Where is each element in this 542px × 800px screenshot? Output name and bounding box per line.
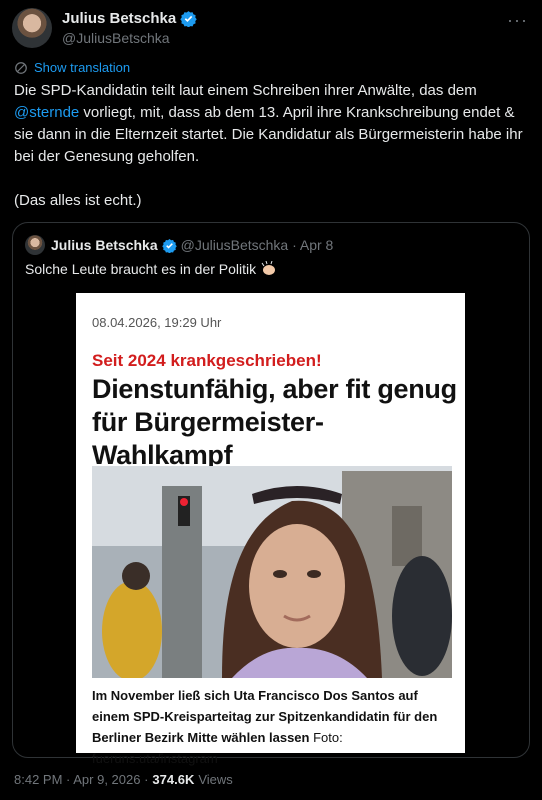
quoted-tweet[interactable]: Julius Betschka @JuliusBetschka · Apr 8 … (12, 222, 530, 766)
tweet-text-after: vorliegt, mit, dass ab dem 13. April ihr… (14, 104, 523, 165)
quoted-author-avatar[interactable] (25, 235, 45, 255)
tweet-header: Julius Betschka @JuliusBetschka ··· (12, 8, 530, 48)
article-caption: Im November ließ sich Uta Francisco Dos … (92, 685, 457, 769)
quoted-tweet-text: Solche Leute braucht es in der Politik (25, 261, 278, 277)
tweet-paragraph-2: (Das alles ist echt.) (14, 192, 142, 209)
tweet-paragraph-1: Die SPD-Kandidatin teilt laut einem Schr… (14, 80, 526, 168)
show-translation-label[interactable]: Show translation (34, 60, 130, 75)
show-translation-link[interactable]: Show translation (14, 60, 130, 75)
verified-badge-icon (180, 11, 197, 27)
quoted-tweet-header: Julius Betschka @JuliusBetschka · Apr 8 (51, 235, 333, 255)
mention-link[interactable]: @sternde (14, 104, 79, 121)
article-photo (92, 466, 452, 678)
tweet-body: Die SPD-Kandidatin teilt laut einem Schr… (14, 80, 526, 212)
clapping-hands-emoji-icon (261, 261, 276, 275)
quoted-verified-badge-icon (161, 238, 177, 253)
article-screenshot-image[interactable]: 08.04.2026, 19:29 Uhr Seit 2024 krankges… (76, 293, 465, 766)
article-date: 08.04.2026, 19:29 Uhr (92, 315, 222, 330)
author-name-row: Julius Betschka (62, 10, 197, 27)
article-caption-text: Im November ließ sich Uta Francisco Dos … (92, 688, 438, 745)
author-handle[interactable]: @JuliusBetschka (62, 30, 170, 46)
quoted-author-name[interactable]: Julius Betschka (51, 237, 158, 253)
views-count[interactable]: 374.6K (152, 772, 194, 787)
translate-icon (15, 61, 27, 74)
tweet-timestamp[interactable]: 8:42 PM · Apr 9, 2026 · (14, 772, 148, 787)
article-kicker: Seit 2024 krankgeschrieben! (92, 351, 322, 370)
tweet-text-before: Die SPD-Kandidatin teilt laut einem Schr… (14, 82, 477, 99)
author-avatar[interactable] (12, 8, 52, 48)
author-name[interactable]: Julius Betschka (62, 10, 176, 27)
views-label: Views (198, 772, 233, 787)
article-headline: Dienstunfähig, aber fit genug für Bürger… (92, 374, 457, 470)
more-options-icon[interactable]: ··· (507, 10, 528, 31)
tweet-footer: 8:42 PM · Apr 9, 2026 · 374.6K Views (14, 772, 233, 787)
article-photo-illustration (92, 466, 452, 678)
quoted-text-content: Solche Leute braucht es in der Politik (25, 261, 257, 277)
quoted-handle-date: @JuliusBetschka · Apr 8 (180, 237, 334, 253)
